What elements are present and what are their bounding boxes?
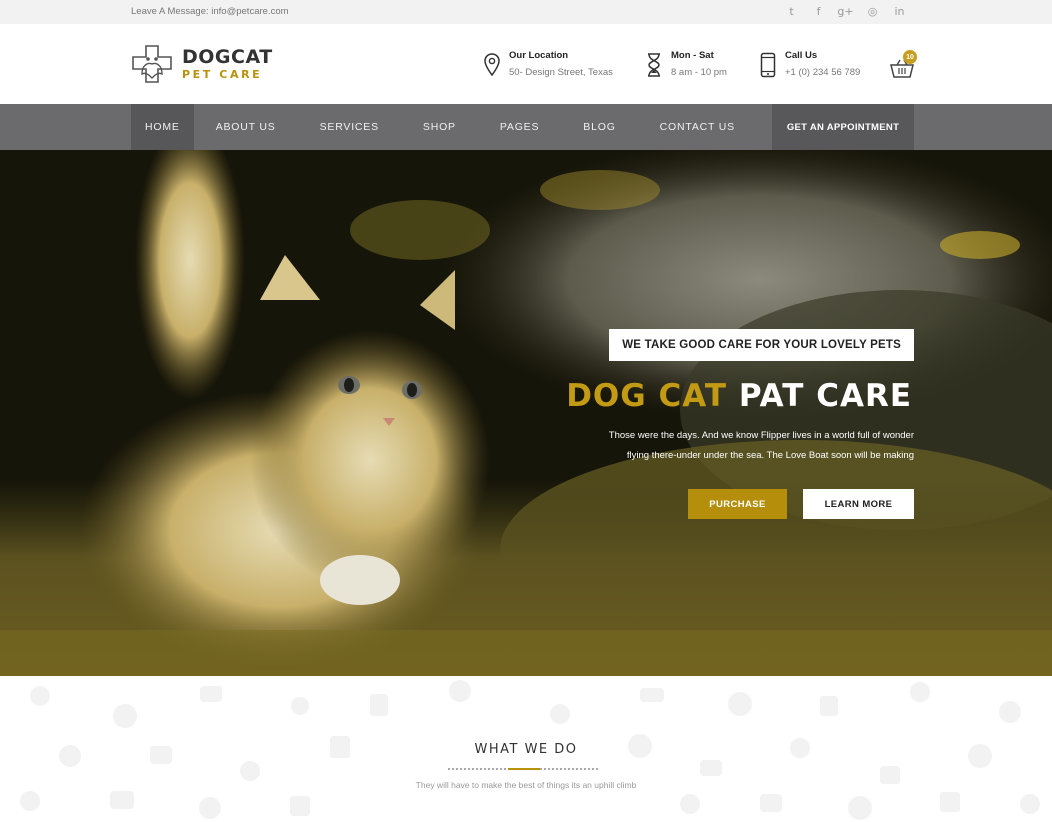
nav-items: HOME ABOUT US SERVICES SHOP PAGES BLOG C… <box>131 104 757 150</box>
hourglass-icon <box>648 53 660 77</box>
section-title: WHAT WE DO <box>474 742 578 757</box>
hours-title: Mon - Sat <box>671 50 714 61</box>
cart-button[interactable]: 10 <box>890 50 918 78</box>
google-plus-icon[interactable]: g+ <box>837 4 853 18</box>
social-links: t f g+ ◎ in <box>785 4 906 18</box>
nav-item-home[interactable]: HOME <box>131 104 194 150</box>
hero-title-white: PAT CARE <box>738 378 912 414</box>
hero-text-line-2: flying there-under under the sea. The Lo… <box>626 450 914 461</box>
nav-item-pages[interactable]: PAGES <box>478 104 561 150</box>
nav-item-shop[interactable]: SHOP <box>401 104 478 150</box>
map-pin-icon <box>484 53 500 77</box>
section-subtitle: They will have to make the best of thing… <box>415 780 637 790</box>
main-nav: HOME ABOUT US SERVICES SHOP PAGES BLOG C… <box>0 104 1052 150</box>
appointment-button[interactable]: GET AN APPOINTMENT <box>772 104 914 150</box>
site-header: DOGCAT PET CARE Our Location 50- Design … <box>0 24 1052 104</box>
call-detail[interactable]: +1 (0) 234 56 789 <box>785 67 860 78</box>
what-we-do-section: WHAT WE DO They will have to make the be… <box>0 676 1052 822</box>
dribbble-icon[interactable]: ◎ <box>866 4 879 18</box>
brand-tagline: PET CARE <box>182 68 263 81</box>
hero-title-gold: DOG CAT <box>566 378 728 414</box>
cart-count-badge: 10 <box>903 50 917 64</box>
phone-icon <box>760 52 776 78</box>
hero-banner: WE TAKE GOOD CARE FOR YOUR LOVELY PETS D… <box>0 150 1052 676</box>
section-divider <box>448 768 600 770</box>
location-title: Our Location <box>509 50 569 61</box>
twitter-icon[interactable]: t <box>785 4 798 18</box>
hero-title: DOG CAT PAT CARE <box>566 378 912 414</box>
hours-detail: 8 am - 10 pm <box>671 67 727 78</box>
nav-item-services[interactable]: SERVICES <box>298 104 401 150</box>
top-bar: Leave A Message: info@petcare.com t f g+… <box>0 0 1052 24</box>
call-title: Call Us <box>785 50 818 61</box>
location-detail: 50- Design Street, Texas <box>509 67 613 78</box>
hero-tagline-box: WE TAKE GOOD CARE FOR YOUR LOVELY PETS <box>609 329 914 361</box>
logo-icon[interactable] <box>131 44 173 84</box>
linkedin-icon[interactable]: in <box>893 4 906 18</box>
nav-item-contact-us[interactable]: CONTACT US <box>638 104 757 150</box>
contact-message: Leave A Message: info@petcare.com <box>131 6 289 17</box>
hero-text-line-1: Those were the days. And we know Flipper… <box>608 430 914 441</box>
facebook-icon[interactable]: f <box>812 4 825 18</box>
learn-more-button[interactable]: LEARN MORE <box>803 489 914 519</box>
nav-item-about-us[interactable]: ABOUT US <box>194 104 298 150</box>
nav-item-blog[interactable]: BLOG <box>561 104 637 150</box>
purchase-button[interactable]: PURCHASE <box>688 489 787 519</box>
brand-name[interactable]: DOGCAT <box>182 46 273 68</box>
